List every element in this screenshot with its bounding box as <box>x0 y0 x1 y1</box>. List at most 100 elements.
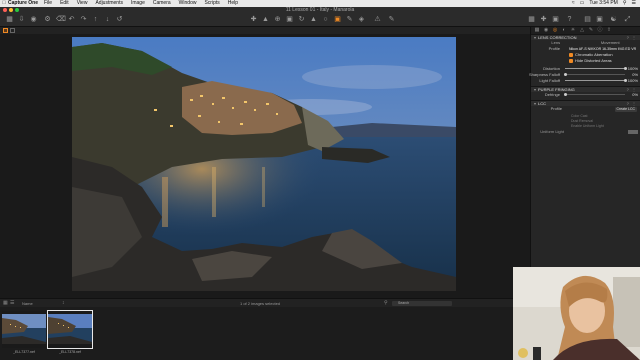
lcc-profile-label: Profile <box>550 106 562 111</box>
sharpness-falloff-slider[interactable] <box>563 73 625 76</box>
menu-edit[interactable]: Edit <box>60 0 69 7</box>
menu-file[interactable]: File <box>44 0 52 7</box>
spot-removal-icon[interactable]: ○ <box>322 16 329 23</box>
section-actions-icons[interactable]: ? ⋮ <box>627 35 637 41</box>
menu-image[interactable]: Image <box>131 0 145 7</box>
battery-icon[interactable]: ▭ <box>580 0 585 7</box>
tab-lens-icon[interactable]: ◎ <box>552 28 558 33</box>
thumbnail-2-image <box>48 314 92 344</box>
menu-window[interactable]: Window <box>179 0 197 7</box>
tab-exposure-icon[interactable]: ☀ <box>570 28 576 33</box>
pan-tool-icon[interactable]: ✚ <box>250 16 257 23</box>
lens-correction-header[interactable]: ▾ LENS CORRECTION ? ⋮ <box>531 34 640 40</box>
browser-toolbar: ▦ ☰ Name ↕ 1 of 2 images selected ⚲ Sear… <box>0 298 530 307</box>
lcc-profile-row: Profile Create LCC <box>531 106 640 114</box>
defringe-slider[interactable] <box>563 93 625 96</box>
light-falloff-row: Light Falloff 100% <box>531 78 640 84</box>
list-view-icon[interactable]: ☰ <box>10 301 15 306</box>
uniform-light-row: Uniform Light <box>531 129 640 135</box>
paste-adjustments-icon[interactable]: ↓ <box>104 16 111 23</box>
library-icon[interactable]: ▦ <box>6 16 13 23</box>
tab-output-icon[interactable]: ⇧ <box>606 28 612 33</box>
distortion-slider[interactable] <box>565 67 627 70</box>
notification-center-icon[interactable]: ☰ <box>632 0 636 7</box>
tab-library-icon[interactable]: ▦ <box>534 28 540 33</box>
keystone-tool-icon[interactable]: ▲ <box>310 16 317 23</box>
zoom-tool-icon[interactable]: ⊕ <box>274 16 281 23</box>
layout-icon[interactable]: ▤ <box>584 16 591 23</box>
single-view-icon[interactable] <box>3 28 8 33</box>
crop-tool-icon[interactable]: ▣ <box>286 16 293 23</box>
window-title: 11 Lesson 01 - Italy - Manarola <box>285 7 355 13</box>
viewer-icon[interactable]: ▣ <box>596 16 603 23</box>
redo-icon[interactable]: ↷ <box>80 16 87 23</box>
multi-view-icon[interactable] <box>10 28 15 33</box>
thumbnail-1-image <box>2 314 46 344</box>
menu-clock[interactable]: Tue 3:54 PM <box>589 0 617 7</box>
lens-correction-title: LENS CORRECTION <box>538 35 577 40</box>
camera-icon[interactable]: ◉ <box>30 16 37 23</box>
layer-brush-icon[interactable]: ▣ <box>334 16 341 23</box>
rotate-tool-icon[interactable]: ↻ <box>298 16 305 23</box>
light-falloff-value[interactable]: 100% <box>628 78 638 84</box>
tab-color-icon[interactable]: ◐ <box>561 28 567 33</box>
thumbnail-1-label: _ELL7377.nef <box>13 350 35 354</box>
fullscreen-icon[interactable]: ⤢ <box>624 16 631 23</box>
tab-local-icon[interactable]: ✎ <box>588 28 594 33</box>
color-picker-icon[interactable]: ✎ <box>388 16 395 23</box>
brush-tool-icon[interactable]: ✎ <box>346 16 353 23</box>
menu-adjustments[interactable]: Adjustments <box>95 0 123 7</box>
reset-icon[interactable]: ↺ <box>116 16 123 23</box>
presenter-webcam <box>513 267 640 360</box>
hide-distorted-row: Hide Distorted Areas <box>531 58 640 64</box>
main-toolbar: 11 Lesson 01 - Italy - Manarola ▦ ⇩ ◉ ⚙ … <box>0 7 640 27</box>
thumbnail-2[interactable] <box>47 310 93 349</box>
select-tool-icon[interactable]: ▲ <box>262 16 269 23</box>
create-lcc-button[interactable]: Create LCC <box>614 107 637 112</box>
tab-capture-icon[interactable]: ◉ <box>543 28 549 33</box>
guides-icon[interactable]: ✚ <box>540 16 547 23</box>
uniform-light-label: Uniform Light <box>540 129 564 134</box>
tab-metadata-icon[interactable]: ⓘ <box>597 28 603 33</box>
apple-menu-icon[interactable]:  <box>0 0 8 7</box>
menu-view[interactable]: View <box>77 0 88 7</box>
app-menu[interactable]: Capture One <box>8 0 38 7</box>
wifi-icon[interactable]: ≈ <box>572 0 575 7</box>
filter-icon[interactable]: ⚲ <box>384 301 389 306</box>
menu-help[interactable]: Help <box>228 0 238 7</box>
tab-details-icon[interactable]: △ <box>579 28 585 33</box>
main-photo[interactable] <box>72 37 456 291</box>
tool-tabs: ▦ ◉ ◎ ◐ ☀ △ ✎ ⓘ ⇧ <box>531 27 640 34</box>
thumbnail-1[interactable] <box>2 311 46 348</box>
defringe-label: Defringe <box>544 92 560 97</box>
spotlight-icon[interactable]: ⚲ <box>623 0 627 7</box>
uniform-light-field <box>628 130 638 134</box>
help-icon[interactable]: ? <box>566 16 573 23</box>
undo-icon[interactable]: ↶ <box>68 16 75 23</box>
light-falloff-slider[interactable] <box>565 79 627 82</box>
hide-distorted-checkbox[interactable] <box>569 59 573 63</box>
sort-direction-icon[interactable]: ↕ <box>62 301 67 306</box>
menu-camera[interactable]: Camera <box>153 0 171 7</box>
compare-icon[interactable]: ☯ <box>610 16 617 23</box>
proof-icon[interactable]: ▣ <box>552 16 559 23</box>
menu-scripts[interactable]: Scripts <box>204 0 219 7</box>
image-browser: _ELL7377.nef _ELL7378.nef <box>0 307 530 360</box>
trash-icon[interactable]: ⌫ <box>56 16 66 23</box>
grid-view-icon[interactable]: ▦ <box>3 301 8 306</box>
manarola-photo <box>72 37 456 291</box>
capture-one-window:  Capture One File Edit View Adjustments… <box>0 0 640 360</box>
mac-menu-bar:  Capture One File Edit View Adjustments… <box>0 0 640 7</box>
viewer-mode-strip <box>0 27 530 34</box>
copy-adjustments-icon[interactable]: ↑ <box>92 16 99 23</box>
grid-icon[interactable]: ▦ <box>528 16 535 23</box>
search-input[interactable]: Search <box>392 301 452 306</box>
process-icon[interactable]: ⚙ <box>44 16 51 23</box>
presenter-image <box>513 267 640 360</box>
warning-icon[interactable]: ⚠ <box>374 16 381 23</box>
defringe-row: Defringe 0% <box>531 92 640 98</box>
import-icon[interactable]: ⇩ <box>18 16 25 23</box>
gradient-tool-icon[interactable]: ◈ <box>358 16 365 23</box>
chromatic-aberration-checkbox[interactable] <box>569 53 573 57</box>
defringe-value[interactable]: 0% <box>632 92 638 98</box>
